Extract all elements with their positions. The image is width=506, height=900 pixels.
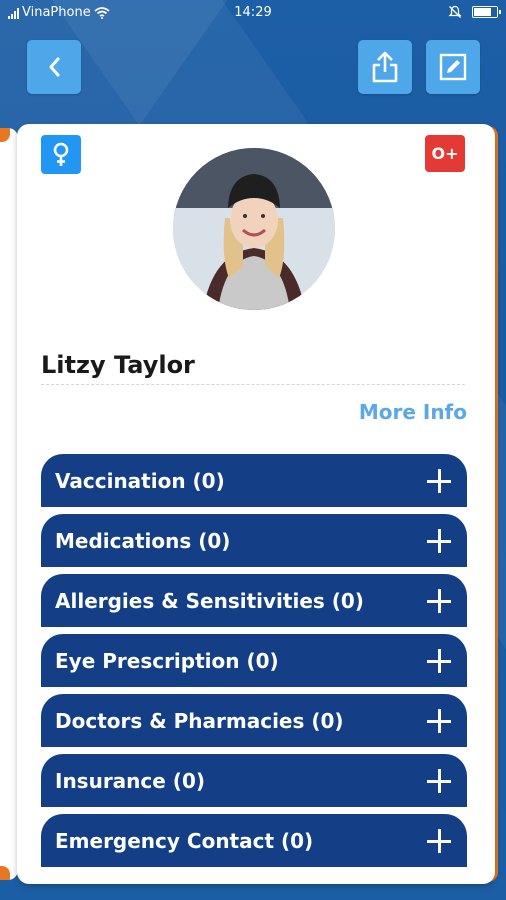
section-allergies[interactable]: Allergies & Sensitivities (0)	[41, 574, 467, 627]
share-button[interactable]	[358, 40, 412, 94]
profile-name: Litzy Taylor	[41, 351, 195, 379]
plus-icon[interactable]	[427, 468, 451, 493]
section-label: Allergies & Sensitivities (0)	[55, 588, 364, 613]
avatar	[173, 148, 335, 310]
plus-icon[interactable]	[427, 528, 451, 553]
section-insurance[interactable]: Insurance (0)	[41, 754, 467, 807]
section-eye-prescription[interactable]: Eye Prescription (0)	[41, 634, 467, 687]
share-icon	[372, 51, 398, 83]
plus-icon[interactable]	[427, 828, 451, 853]
more-info-link[interactable]: More Info	[359, 400, 467, 424]
section-label: Insurance (0)	[55, 768, 205, 793]
section-list: Vaccination (0) Medications (0) Allergie…	[41, 454, 467, 874]
plus-icon[interactable]	[427, 768, 451, 793]
mute-bell-icon	[448, 5, 462, 18]
profile-card: O+ Litzy Taylor More Info Vaccination (0…	[17, 124, 495, 884]
section-label: Emergency Contact (0)	[55, 828, 314, 853]
section-label: Doctors & Pharmacies (0)	[55, 708, 344, 733]
status-right	[448, 5, 501, 19]
section-doctors-pharmacies[interactable]: Doctors & Pharmacies (0)	[41, 694, 467, 747]
back-button[interactable]	[27, 40, 81, 94]
plus-icon[interactable]	[427, 708, 451, 733]
edit-button[interactable]	[426, 40, 480, 94]
section-emergency-contact[interactable]: Emergency Contact (0)	[41, 814, 467, 867]
section-medications[interactable]: Medications (0)	[41, 514, 467, 567]
card-stack-left	[0, 128, 18, 880]
divider	[41, 384, 465, 385]
section-label: Eye Prescription (0)	[55, 648, 279, 673]
plus-icon[interactable]	[427, 588, 451, 613]
female-icon	[41, 135, 81, 174]
plus-icon[interactable]	[427, 648, 451, 673]
blood-type-badge: O+	[425, 135, 465, 172]
section-vaccination[interactable]: Vaccination (0)	[41, 454, 467, 507]
status-bar: VinaPhone 14:29	[0, 0, 506, 28]
edit-icon	[439, 53, 467, 81]
battery-icon	[472, 6, 501, 18]
chevron-left-icon	[49, 57, 60, 77]
section-label: Vaccination (0)	[55, 468, 225, 493]
clock: 14:29	[234, 5, 272, 20]
section-label: Medications (0)	[55, 528, 231, 553]
